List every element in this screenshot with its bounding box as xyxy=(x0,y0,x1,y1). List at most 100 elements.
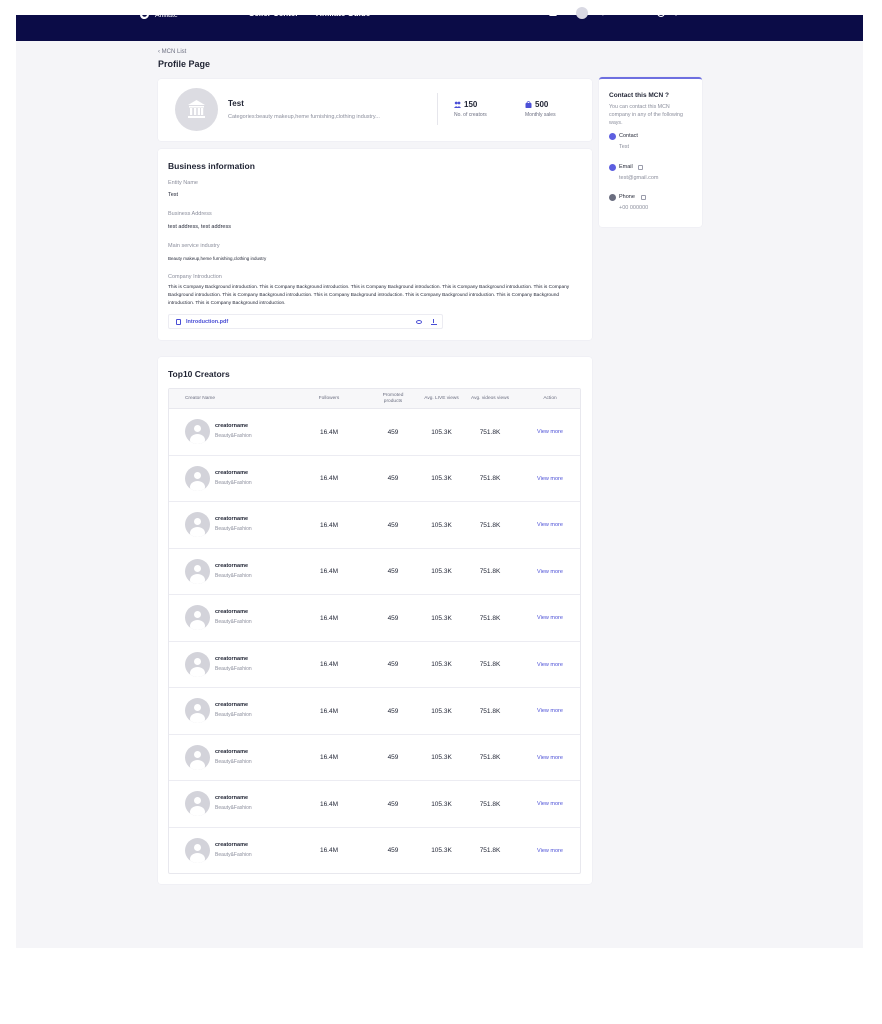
creator-category: Beauty&Fashion xyxy=(215,851,252,858)
user-menu[interactable]: Benjamin Warrios xyxy=(592,7,647,16)
creator-avatar[interactable] xyxy=(185,419,210,444)
avatar-head xyxy=(194,611,201,618)
view-more-link[interactable]: View more xyxy=(531,502,569,549)
avatar-body xyxy=(190,480,205,491)
creator-followers: 16.4M xyxy=(319,661,339,669)
stat-sales-label: Monthly sales xyxy=(525,112,556,118)
contact-card: Contact this MCN ? You can contact this … xyxy=(599,77,702,227)
creator-video-views: 751.8K xyxy=(479,428,501,436)
view-more-link[interactable]: View more xyxy=(531,456,569,503)
creator-name[interactable]: creatorname xyxy=(215,470,248,476)
creator-live-views: 105.3K xyxy=(431,800,452,808)
creator-avatar[interactable] xyxy=(185,698,210,723)
creator-promoted-products: 459 xyxy=(387,428,399,436)
eye-icon[interactable] xyxy=(416,320,422,324)
view-more-link[interactable]: View more xyxy=(531,549,569,596)
user-avatar[interactable] xyxy=(576,7,588,19)
creator-video-views: 751.8K xyxy=(479,614,501,622)
main-industry-value: Beauty makeup,heme furnishing,clothing i… xyxy=(168,256,267,261)
view-more-link[interactable]: View more xyxy=(531,409,569,456)
creator-promoted-products: 459 xyxy=(387,800,399,808)
email-icon xyxy=(609,164,616,171)
creator-name[interactable]: creatorname xyxy=(215,749,248,755)
mcn-avatar xyxy=(175,88,218,131)
phone-value: +00 000000 xyxy=(619,205,649,211)
creator-promoted-products: 459 xyxy=(387,614,399,622)
stat-creators-label: No. of creators xyxy=(454,112,487,118)
brand-logo[interactable]: TikTok Shop Affiliate xyxy=(140,5,201,19)
creator-promoted-products: 459 xyxy=(387,661,399,669)
col-creator-name: Creator Name xyxy=(184,396,216,401)
col-live-views: Avg. LIVE views xyxy=(424,396,459,401)
creator-avatar[interactable] xyxy=(185,791,210,816)
language-selector[interactable]: English xyxy=(667,7,695,16)
creator-name[interactable]: creatorname xyxy=(215,516,248,522)
table-row: creatorname Beauty&Fashion 16.4M 459 105.3K 7… xyxy=(169,595,580,642)
language-label: English xyxy=(667,10,687,16)
avatar-head xyxy=(194,657,201,665)
creator-name[interactable]: creatorname xyxy=(215,609,248,615)
avatar-head xyxy=(194,704,201,711)
creator-name[interactable]: creatorname xyxy=(215,563,248,569)
download-icon[interactable] xyxy=(431,319,437,325)
view-more-link[interactable]: View more xyxy=(531,735,569,782)
creator-live-views: 105.3K xyxy=(431,754,452,762)
creator-live-views: 105.3K xyxy=(431,521,452,529)
creator-promoted-products: 459 xyxy=(387,707,399,715)
stat-sales-value: 500 xyxy=(535,100,549,109)
view-more-link[interactable]: View more xyxy=(531,595,569,642)
creator-category: Beauty&Fashion xyxy=(215,758,252,765)
creator-followers: 16.4M xyxy=(319,568,339,576)
avatar-head xyxy=(194,843,201,851)
view-more-link[interactable]: View more xyxy=(531,781,569,828)
creator-avatar[interactable] xyxy=(185,651,210,677)
creator-avatar[interactable] xyxy=(185,512,210,537)
avatar-body xyxy=(190,806,205,816)
page-title: Profile Page xyxy=(158,59,211,69)
globe-icon[interactable] xyxy=(657,9,665,17)
shop-bag-icon xyxy=(525,101,532,108)
view-more-link[interactable]: View more xyxy=(531,828,569,874)
email-value: test@gmail.com xyxy=(619,175,659,181)
creator-video-views: 751.8K xyxy=(479,568,501,576)
creator-name[interactable]: creatorname xyxy=(215,702,248,708)
view-more-link[interactable]: View more xyxy=(531,688,569,735)
entity-name-value: Test xyxy=(168,192,179,198)
creator-avatar[interactable] xyxy=(185,558,210,584)
creator-video-views: 751.8K xyxy=(479,521,501,529)
creator-followers: 16.4M xyxy=(319,707,339,715)
creator-avatar[interactable] xyxy=(185,837,210,863)
nav-affiliate-guide[interactable]: Affiliate Guide xyxy=(316,9,370,18)
business-address-value: test address, test address xyxy=(168,224,231,230)
tiktok-note-icon xyxy=(140,5,152,19)
brand-sub: Affiliate xyxy=(155,12,178,19)
creator-followers: 16.4M xyxy=(319,521,339,529)
creator-name[interactable]: creatorname xyxy=(215,656,248,662)
creator-promoted-products: 459 xyxy=(387,475,399,483)
creator-name[interactable]: creatorname xyxy=(215,795,248,801)
creator-avatar[interactable] xyxy=(185,605,210,630)
breadcrumb[interactable]: ‹ MCN List xyxy=(158,49,186,55)
table-row: creatorname Beauty&Fashion 16.4M 459 105.3K 7… xyxy=(169,502,580,549)
creator-name[interactable]: creatorname xyxy=(215,423,248,429)
avatar-body xyxy=(190,852,205,863)
creator-name[interactable]: creatorname xyxy=(215,842,248,848)
attachment-name[interactable]: Introduction.pdf xyxy=(186,319,228,325)
copy-email-icon[interactable] xyxy=(638,165,643,170)
stat-sales: 500 Monthly sales xyxy=(525,100,556,118)
creator-avatar[interactable] xyxy=(185,465,210,491)
avatar-head xyxy=(194,425,201,432)
email-label: Email xyxy=(619,164,633,170)
entity-name-label: Entity Name xyxy=(168,180,198,186)
table-row: creatorname Beauty&Fashion 16.4M 459 105.3K 7… xyxy=(169,409,580,456)
creator-avatar[interactable] xyxy=(185,744,210,770)
stat-creators-value: 150 xyxy=(464,100,478,109)
table-row: creatorname Beauty&Fashion 16.4M 459 105.3K 7… xyxy=(169,735,580,782)
creator-category: Beauty&Fashion xyxy=(215,619,252,625)
message-icon[interactable] xyxy=(549,9,557,16)
col-action: Action xyxy=(543,396,557,401)
copy-phone-icon[interactable] xyxy=(641,195,646,200)
view-more-link[interactable]: View more xyxy=(531,642,569,689)
mcn-categories: Categories:beauty makeup,heme furnishing… xyxy=(228,114,380,120)
nav-seller-center[interactable]: Seller Center xyxy=(249,9,298,18)
